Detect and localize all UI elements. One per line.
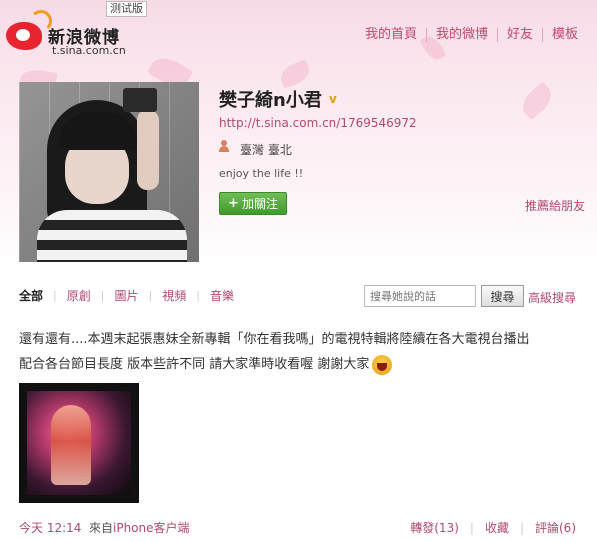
- search-posts-input[interactable]: [364, 285, 476, 307]
- favorite-link[interactable]: 收藏: [485, 519, 509, 536]
- petal-decoration: [516, 81, 558, 121]
- action-divider: |: [519, 520, 524, 535]
- tab-original[interactable]: 原創: [67, 287, 91, 304]
- profile-avatar[interactable]: [19, 82, 199, 262]
- tab-images[interactable]: 圖片: [114, 287, 138, 304]
- post-text-line-with-emoji: 配合各台節目長度 版本些許不同 請大家準時收看喔 謝謝大家: [19, 352, 589, 377]
- beta-badge: 测试版: [106, 1, 147, 17]
- tab-music[interactable]: 音樂: [210, 287, 234, 304]
- follow-button[interactable]: + 加關注: [219, 192, 287, 215]
- tab-divider: |: [148, 289, 153, 302]
- laughing-emoji-icon: [372, 354, 393, 375]
- comment-link[interactable]: 評論(6): [535, 519, 576, 536]
- advanced-search-link[interactable]: 高級搜尋: [528, 289, 576, 306]
- verified-icon: v: [329, 92, 337, 106]
- post-timestamp-link[interactable]: 今天 12:14: [19, 519, 81, 536]
- profile-bio: enjoy the life !!: [219, 167, 304, 180]
- post-source-link[interactable]: iPhone客户端: [113, 519, 190, 536]
- profile-url-link[interactable]: http://t.sina.com.cn/1769546972: [219, 116, 417, 130]
- tab-videos[interactable]: 視頻: [162, 287, 186, 304]
- top-nav: 我的首頁 我的微博 好友 模板: [356, 22, 587, 48]
- post-content: 還有還有....本週末起張惠妹全新專輯「你在看我嗎」的電視特輯將陸續在各大電視台…: [19, 327, 589, 377]
- post-text-line: 還有還有....本週末起張惠妹全新專輯「你在看我嗎」的電視特輯將陸續在各大電視台…: [19, 332, 530, 347]
- repost-link[interactable]: 轉發(13): [410, 519, 459, 536]
- post-actions: 轉發(13) | 收藏 | 評論(6): [410, 519, 576, 536]
- tab-divider: |: [100, 289, 105, 302]
- tab-all[interactable]: 全部: [19, 287, 43, 304]
- post-text-line: 配合各台節目長度 版本些許不同 請大家準時收看喔 謝謝大家: [19, 357, 370, 372]
- search-button[interactable]: 搜尋: [481, 285, 524, 307]
- nav-templates[interactable]: 模板: [543, 22, 587, 48]
- camera-icon: [123, 88, 157, 112]
- nav-my-weibo[interactable]: 我的微博: [427, 22, 497, 48]
- plus-icon: +: [228, 196, 239, 211]
- location-person-icon: [219, 140, 229, 152]
- post-image-thumbnail[interactable]: [19, 383, 139, 503]
- profile-name: 樊子綺n小君: [219, 90, 322, 111]
- logo-url: t.sina.com.cn: [52, 44, 126, 57]
- nav-friends[interactable]: 好友: [498, 22, 542, 48]
- tab-divider: |: [53, 289, 57, 302]
- post-source-label: 來自: [89, 521, 114, 535]
- recommend-to-friends-link[interactable]: 推薦給朋友: [525, 197, 585, 214]
- profile-location: 臺灣 臺北: [240, 143, 292, 157]
- petal-decoration: [277, 59, 313, 89]
- tab-divider: |: [196, 289, 200, 302]
- nav-my-home[interactable]: 我的首頁: [356, 22, 426, 48]
- post-filter-tabs: 全部 | 原創 | 圖片 | 視頻 | 音樂: [19, 287, 234, 304]
- action-divider: |: [469, 520, 474, 535]
- follow-label: 加關注: [241, 197, 278, 211]
